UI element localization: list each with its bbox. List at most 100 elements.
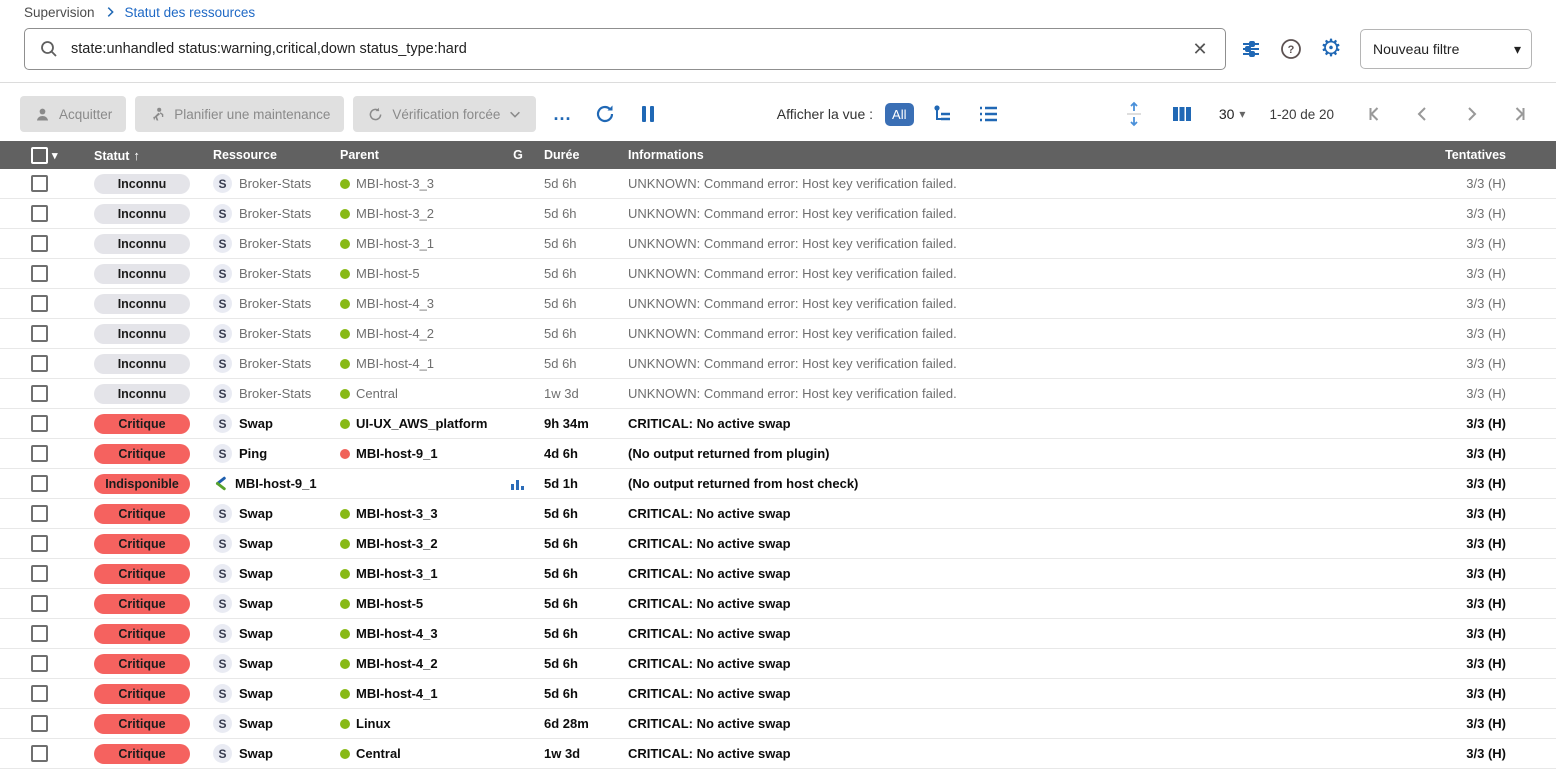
- parent-name[interactable]: MBI-host-4_1: [356, 686, 438, 701]
- select-all-checkbox[interactable]: [31, 147, 48, 164]
- row-checkbox[interactable]: [31, 355, 48, 372]
- select-menu-caret-icon[interactable]: ▾: [52, 149, 58, 162]
- resource-name[interactable]: Broker-Stats: [239, 266, 311, 281]
- page-size-select[interactable]: 30 ▾: [1219, 106, 1246, 122]
- table-row[interactable]: Inconnu S Broker-Stats MBI-host-3_1 5d 6…: [0, 229, 1556, 259]
- row-checkbox[interactable]: [31, 445, 48, 462]
- parent-name[interactable]: Central: [356, 386, 398, 401]
- resource-name[interactable]: Ping: [239, 446, 267, 461]
- parent-name[interactable]: MBI-host-4_2: [356, 326, 434, 341]
- parent-name[interactable]: MBI-host-5: [356, 596, 423, 611]
- column-duree[interactable]: Durée: [538, 148, 626, 162]
- table-row[interactable]: Critique S Swap UI-UX_AWS_platform 9h 34…: [0, 409, 1556, 439]
- row-checkbox[interactable]: [31, 175, 48, 192]
- search-input[interactable]: [71, 41, 1173, 57]
- parent-name[interactable]: MBI-host-3_2: [356, 206, 434, 221]
- parent-name[interactable]: MBI-host-4_3: [356, 626, 438, 641]
- row-checkbox[interactable]: [31, 565, 48, 582]
- row-checkbox[interactable]: [31, 265, 48, 282]
- parent-name[interactable]: MBI-host-4_2: [356, 656, 438, 671]
- resource-name[interactable]: Swap: [239, 656, 273, 671]
- parent-name[interactable]: MBI-host-3_1: [356, 236, 434, 251]
- view-all-button[interactable]: All: [885, 103, 913, 126]
- gear-icon[interactable]: ⚙: [1316, 34, 1346, 64]
- parent-name[interactable]: MBI-host-4_3: [356, 296, 434, 311]
- acquitter-button[interactable]: Acquitter: [20, 96, 126, 132]
- row-checkbox[interactable]: [31, 295, 48, 312]
- help-icon[interactable]: ?: [1276, 34, 1306, 64]
- column-parent[interactable]: Parent: [340, 148, 498, 162]
- resource-name[interactable]: Swap: [239, 596, 273, 611]
- table-row[interactable]: Critique S Swap MBI-host-4_2 5d 6h CRITI…: [0, 649, 1556, 679]
- breadcrumb-statut-des-ressources[interactable]: Statut des ressources: [125, 5, 256, 20]
- table-row[interactable]: Critique S Swap MBI-host-4_1 5d 6h CRITI…: [0, 679, 1556, 709]
- row-checkbox[interactable]: [31, 205, 48, 222]
- parent-name[interactable]: MBI-host-3_3: [356, 506, 438, 521]
- resource-name[interactable]: Swap: [239, 506, 273, 521]
- prev-page-button[interactable]: [1406, 97, 1440, 131]
- row-checkbox[interactable]: [31, 655, 48, 672]
- resource-name[interactable]: Swap: [239, 536, 273, 551]
- resource-name[interactable]: Broker-Stats: [239, 236, 311, 251]
- row-checkbox[interactable]: [31, 415, 48, 432]
- table-row[interactable]: Inconnu S Broker-Stats MBI-host-4_1 5d 6…: [0, 349, 1556, 379]
- parent-name[interactable]: MBI-host-4_1: [356, 356, 434, 371]
- row-checkbox[interactable]: [31, 745, 48, 762]
- resource-name[interactable]: Broker-Stats: [239, 176, 311, 191]
- row-density-icon[interactable]: [1117, 97, 1151, 131]
- table-row[interactable]: Inconnu S Broker-Stats MBI-host-3_2 5d 6…: [0, 199, 1556, 229]
- last-page-button[interactable]: [1502, 97, 1536, 131]
- parent-name[interactable]: MBI-host-5: [356, 266, 420, 281]
- table-row[interactable]: Inconnu S Broker-Stats Central 1w 3d UNK…: [0, 379, 1556, 409]
- resource-name[interactable]: Swap: [239, 626, 273, 641]
- parent-name[interactable]: Central: [356, 746, 401, 761]
- table-row[interactable]: Critique S Swap Central 1w 3d CRITICAL: …: [0, 739, 1556, 769]
- table-row[interactable]: Inconnu S Broker-Stats MBI-host-5 5d 6h …: [0, 259, 1556, 289]
- resource-name[interactable]: Broker-Stats: [239, 386, 311, 401]
- parent-name[interactable]: MBI-host-3_2: [356, 536, 438, 551]
- resource-name[interactable]: Broker-Stats: [239, 356, 311, 371]
- table-row[interactable]: Inconnu S Broker-Stats MBI-host-4_2 5d 6…: [0, 319, 1556, 349]
- search-box[interactable]: ✕: [24, 28, 1226, 70]
- table-row[interactable]: Critique S Swap MBI-host-3_1 5d 6h CRITI…: [0, 559, 1556, 589]
- row-checkbox[interactable]: [31, 535, 48, 552]
- table-row[interactable]: Critique S Swap MBI-host-3_2 5d 6h CRITI…: [0, 529, 1556, 559]
- planifier-maintenance-button[interactable]: Planifier une maintenance: [135, 96, 344, 132]
- row-checkbox[interactable]: [31, 385, 48, 402]
- parent-name[interactable]: MBI-host-9_1: [356, 446, 438, 461]
- row-checkbox[interactable]: [31, 325, 48, 342]
- table-row[interactable]: Inconnu S Broker-Stats MBI-host-3_3 5d 6…: [0, 169, 1556, 199]
- refresh-icon[interactable]: [588, 97, 622, 131]
- row-checkbox[interactable]: [31, 715, 48, 732]
- next-page-button[interactable]: [1454, 97, 1488, 131]
- row-checkbox[interactable]: [31, 475, 48, 492]
- clear-search-icon[interactable]: ✕: [1185, 34, 1215, 64]
- parent-name[interactable]: MBI-host-3_1: [356, 566, 438, 581]
- resource-name[interactable]: Broker-Stats: [239, 206, 311, 221]
- verification-forcee-button[interactable]: Vérification forcée: [353, 96, 536, 132]
- resource-name[interactable]: Swap: [239, 566, 273, 581]
- column-informations[interactable]: Informations: [626, 148, 1406, 162]
- pause-icon[interactable]: [631, 97, 665, 131]
- row-checkbox[interactable]: [31, 595, 48, 612]
- tune-filter-icon[interactable]: [1236, 34, 1266, 64]
- graph-icon[interactable]: [510, 476, 526, 492]
- resource-name[interactable]: MBI-host-9_1: [235, 476, 317, 491]
- row-checkbox[interactable]: [31, 505, 48, 522]
- first-page-button[interactable]: [1358, 97, 1392, 131]
- resource-name[interactable]: Swap: [239, 416, 273, 431]
- column-graph[interactable]: G: [498, 148, 538, 162]
- column-statut[interactable]: Statut↑: [62, 148, 212, 163]
- more-actions-button[interactable]: ...: [545, 104, 579, 125]
- row-checkbox[interactable]: [31, 685, 48, 702]
- tree-view-icon[interactable]: [926, 97, 960, 131]
- table-row[interactable]: Critique S Swap Linux 6d 28m CRITICAL: N…: [0, 709, 1556, 739]
- table-row[interactable]: Critique S Swap MBI-host-3_3 5d 6h CRITI…: [0, 499, 1556, 529]
- resource-name[interactable]: Broker-Stats: [239, 326, 311, 341]
- column-ressource[interactable]: Ressource: [212, 148, 340, 162]
- table-row[interactable]: Inconnu S Broker-Stats MBI-host-4_3 5d 6…: [0, 289, 1556, 319]
- row-checkbox[interactable]: [31, 235, 48, 252]
- parent-name[interactable]: Linux: [356, 716, 391, 731]
- resource-name[interactable]: Swap: [239, 746, 273, 761]
- list-view-icon[interactable]: [972, 97, 1006, 131]
